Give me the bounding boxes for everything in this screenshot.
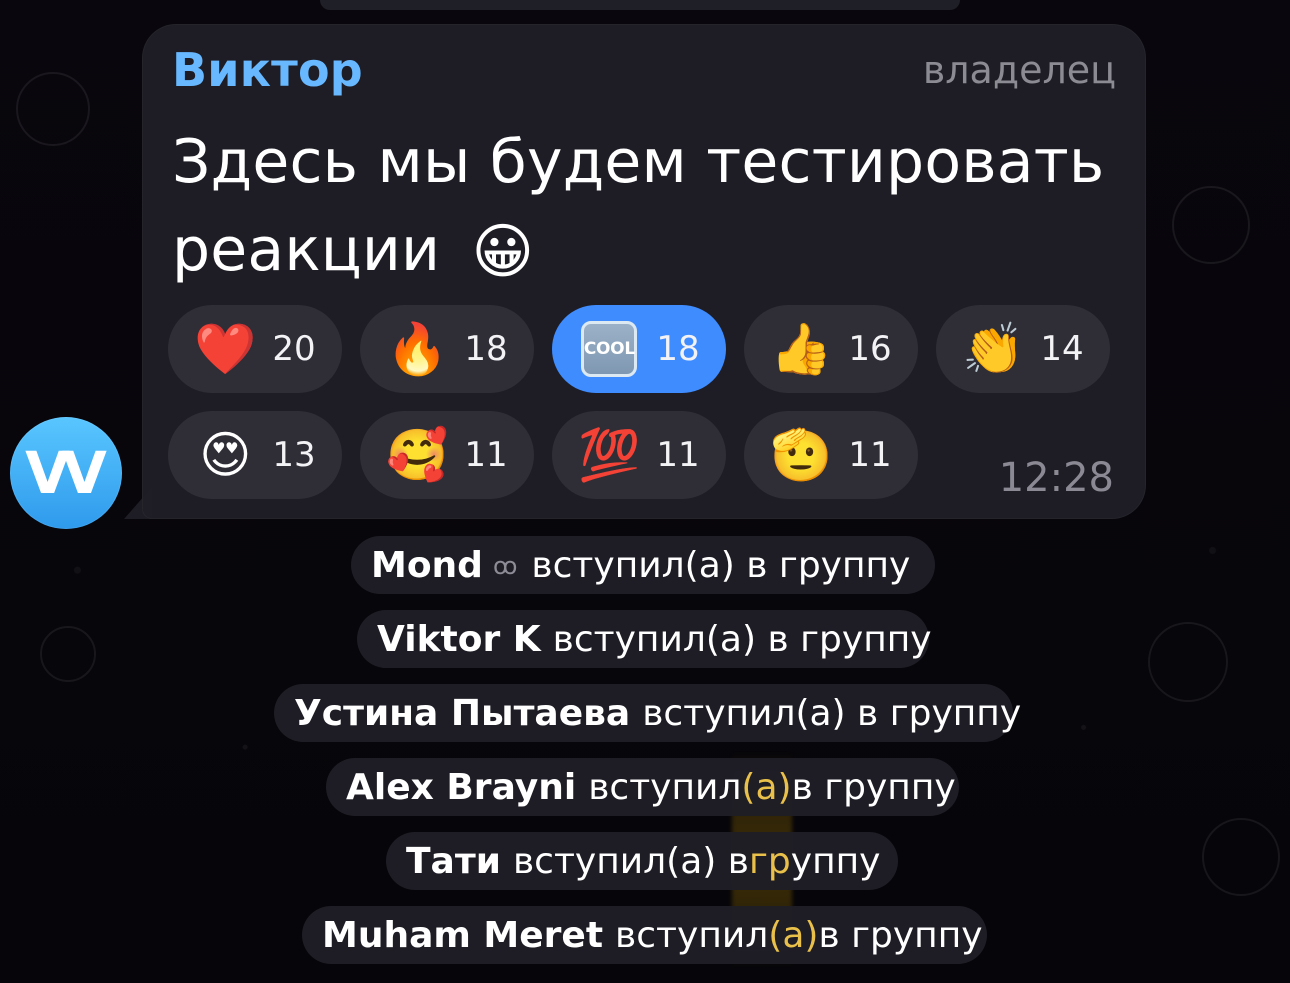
message-body: Здесь мы будем тестировать реакции (172, 127, 1105, 285)
reaction-chip-clapping[interactable]: 👏 14 (936, 305, 1110, 393)
reaction-row: 😍 13 🥰 11 💯 11 🫡 11 (168, 411, 1118, 499)
salute-icon: 🫡 (770, 426, 833, 484)
member-name[interactable]: Mond (371, 545, 483, 586)
wallpaper-doodle (1148, 622, 1228, 702)
join-text-prefix: вступил(а) в (512, 840, 749, 882)
wallpaper-doodle (40, 626, 96, 682)
reaction-count: 18 (656, 329, 700, 369)
reaction-chip-smiling-hearts[interactable]: 🥰 11 (360, 411, 534, 499)
member-name[interactable]: Viktor K (377, 619, 541, 660)
reaction-chip-thumbs-up[interactable]: 👍 16 (744, 305, 918, 393)
reaction-count: 20 (272, 329, 316, 369)
member-name[interactable]: Устина Пытаева (294, 693, 630, 734)
reaction-chip-fire[interactable]: 🔥 18 (360, 305, 534, 393)
message-time: 12:28 (998, 455, 1114, 501)
smiling-hearts-icon: 🥰 (386, 426, 449, 484)
member-name[interactable]: Тати (406, 841, 501, 882)
clapping-icon: 👏 (962, 320, 1025, 378)
cool-badge: COOL (581, 321, 638, 377)
system-message: Устина Пытаева вступил(а) в группу (274, 684, 1021, 742)
glasses-icon: ꝏ (492, 552, 518, 580)
wallpaper-doodle (1172, 186, 1250, 264)
join-text: вступил(а) в группу (531, 544, 911, 586)
hundred-icon: 💯 (578, 426, 641, 484)
reaction-chip-cool[interactable]: COOL 18 (552, 305, 726, 393)
system-message: Viktor K вступил(а) в группу (357, 610, 932, 668)
heart-icon: ❤️ (194, 320, 257, 378)
fire-icon: 🔥 (386, 320, 449, 378)
join-text-highlight: (а) (768, 914, 819, 956)
reaction-list: ❤️ 20 🔥 18 COOL 18 👍 16 👏 14 😍 13 🥰 11 💯… (168, 305, 1118, 517)
wallpaper-doodle (1202, 818, 1280, 896)
message-author[interactable]: Виктор (172, 43, 363, 97)
avatar-text: VV (25, 439, 107, 507)
system-message: Muham Meret вступил (а) в группу (302, 906, 987, 964)
reaction-chip-heart-eyes[interactable]: 😍 13 (168, 411, 342, 499)
avatar[interactable]: VV (10, 417, 122, 529)
member-name[interactable]: Alex Brayni (346, 767, 576, 808)
join-text-highlight: (а) (741, 766, 792, 808)
reaction-count: 11 (848, 435, 892, 475)
grinning-face-icon: 😀 (471, 217, 535, 287)
author-role: владелец (922, 48, 1116, 92)
join-text: вступил(а) в группу (552, 618, 932, 660)
reaction-chip-heart[interactable]: ❤️ 20 (168, 305, 342, 393)
thumbs-up-icon: 👍 (770, 320, 833, 378)
reaction-chip-hundred[interactable]: 💯 11 (552, 411, 726, 499)
join-text-prefix: вступил (588, 766, 742, 808)
member-name[interactable]: Muham Meret (322, 915, 603, 956)
message-text: Здесь мы будем тестировать реакции 😀 (172, 118, 1112, 296)
system-message: Тати вступил(а) в гр уппу (386, 832, 898, 890)
reaction-row: ❤️ 20 🔥 18 COOL 18 👍 16 👏 14 (168, 305, 1118, 393)
join-text-prefix: вступил (615, 914, 769, 956)
reaction-chip-salute[interactable]: 🫡 11 (744, 411, 918, 499)
join-text-highlight: гр (749, 840, 791, 882)
join-text-suffix: в группу (818, 914, 983, 956)
join-text-suffix: в группу (791, 766, 956, 808)
wallpaper-doodle (16, 72, 90, 146)
cool-icon: COOL (578, 318, 640, 380)
system-message: Mond ꝏ вступил(а) в группу (351, 536, 935, 594)
reaction-count: 18 (464, 329, 508, 369)
reaction-count: 11 (656, 435, 700, 475)
heart-eyes-icon: 😍 (199, 426, 252, 484)
join-text: вступил(а) в группу (642, 692, 1022, 734)
reaction-count: 11 (464, 435, 508, 475)
previous-message-edge (320, 0, 960, 10)
reaction-count: 14 (1040, 329, 1084, 369)
join-text-suffix: уппу (790, 840, 881, 882)
reaction-count: 16 (848, 329, 892, 369)
message-bubble[interactable]: Виктор владелец Здесь мы будем тестирова… (142, 24, 1146, 519)
system-message: Alex Brayni вступил (а) в группу (326, 758, 959, 816)
reaction-count: 13 (272, 435, 316, 475)
